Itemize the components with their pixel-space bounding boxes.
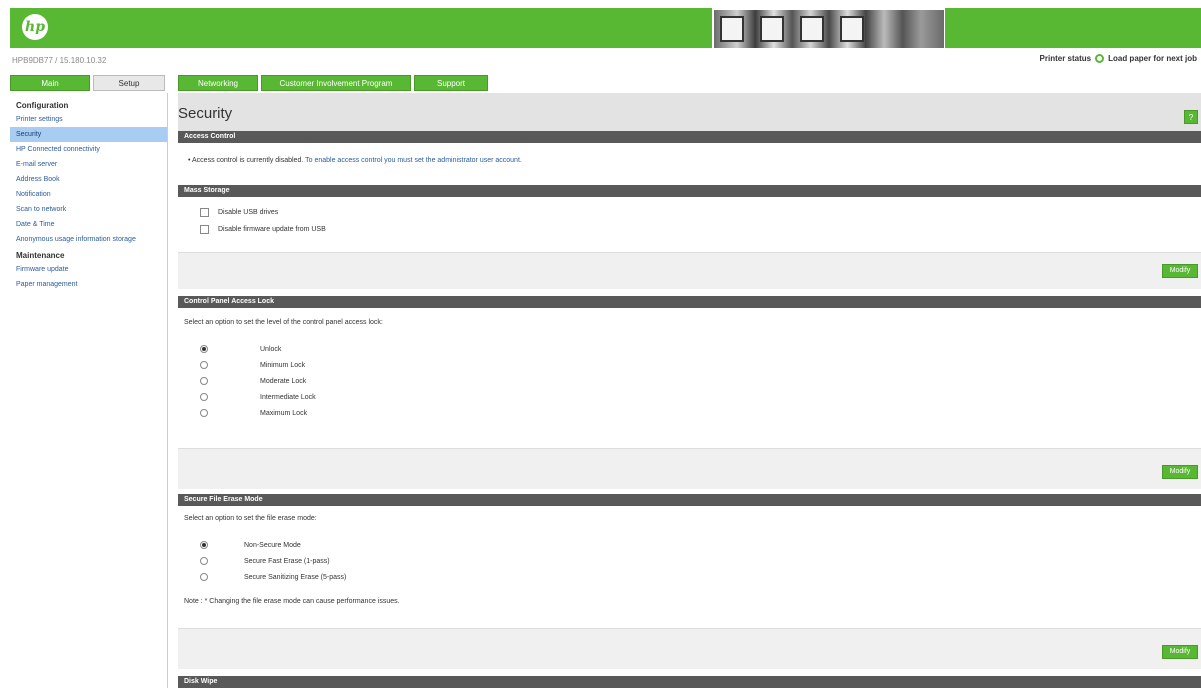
sidebar-item-email-server[interactable]: E-mail server — [10, 157, 167, 172]
sidebar: Configuration Printer settings Security … — [10, 93, 168, 688]
radio-unlock-label: Unlock — [260, 346, 282, 353]
disable-firmware-usb-label: Disable firmware update from USB — [218, 226, 326, 233]
radio-secure-fast-erase-label: Secure Fast Erase (1-pass) — [244, 558, 330, 565]
sidebar-item-printer-settings[interactable]: Printer settings — [10, 112, 167, 127]
sidebar-item-paper-management[interactable]: Paper management — [10, 277, 167, 292]
radio-maximum-lock-label: Maximum Lock — [260, 410, 308, 417]
mass-storage-footer: Modify — [178, 252, 1201, 289]
secure-erase-modify-button[interactable]: Modify — [1162, 645, 1198, 659]
disable-usb-drives-label: Disable USB drives — [218, 209, 279, 216]
control-panel-lock-body: Select an option to set the level of the… — [178, 308, 1201, 448]
secure-erase-body: Select an option to set the file erase m… — [178, 506, 1201, 628]
top-tabs-right: Networking Customer Involvement Program … — [178, 75, 488, 91]
tab-main[interactable]: Main — [10, 75, 90, 91]
hp-logo[interactable]: hp — [22, 14, 48, 40]
section-header-mass-storage: Mass Storage — [178, 185, 1201, 197]
header: hp — [0, 0, 1201, 48]
sidebar-item-security[interactable]: Security — [10, 127, 167, 142]
radio-non-secure-mode-label: Non-Secure Mode — [244, 542, 301, 549]
sidebar-item-notification[interactable]: Notification — [10, 187, 167, 202]
sidebar-item-date-time[interactable]: Date & Time — [10, 217, 167, 232]
section-header-disk-wipe: Disk Wipe — [178, 676, 1201, 688]
header-banner-left — [10, 8, 712, 48]
banner-device-image — [800, 16, 824, 42]
access-control-message: • Access control is currently disabled. … — [188, 157, 522, 164]
access-control-body: • Access control is currently disabled. … — [178, 143, 1201, 181]
status-ok-icon — [1095, 54, 1105, 63]
banner-device-image — [720, 16, 744, 42]
header-banner-right — [945, 8, 1201, 48]
radio-secure-sanitizing-erase[interactable] — [200, 573, 208, 581]
tab-setup[interactable]: Setup — [93, 75, 165, 91]
radio-non-secure-mode[interactable] — [200, 541, 208, 549]
radio-maximum-lock[interactable] — [200, 409, 208, 417]
section-header-secure-erase: Secure File Erase Mode — [178, 494, 1201, 506]
disable-firmware-usb-checkbox[interactable] — [200, 225, 209, 234]
help-button[interactable]: ? — [1184, 110, 1198, 124]
sidebar-heading-configuration: Configuration — [16, 101, 69, 110]
page-title-bar: Security ? — [178, 93, 1201, 131]
page-title: Security — [178, 105, 233, 122]
tab-customer-involvement[interactable]: Customer Involvement Program — [261, 75, 411, 91]
access-control-status: Access control is currently disabled. — [192, 157, 304, 164]
secure-erase-instruction: Select an option to set the file erase m… — [184, 515, 317, 522]
radio-moderate-lock-label: Moderate Lock — [260, 378, 307, 385]
tab-support[interactable]: Support — [414, 75, 488, 91]
sidebar-item-anonymous-usage[interactable]: Anonymous usage information storage — [10, 232, 167, 247]
radio-intermediate-lock-label: Intermediate Lock — [260, 394, 316, 401]
section-header-control-panel-lock: Control Panel Access Lock — [178, 296, 1201, 308]
bullet: • — [188, 157, 191, 164]
radio-secure-sanitizing-erase-label: Secure Sanitizing Erase (5-pass) — [244, 574, 347, 581]
secure-erase-footer: Modify — [178, 628, 1201, 669]
tab-networking[interactable]: Networking — [178, 75, 258, 91]
top-tabs-left: Main Setup — [10, 75, 165, 91]
control-panel-lock-modify-button[interactable]: Modify — [1162, 465, 1198, 479]
sidebar-item-firmware-update[interactable]: Firmware update — [10, 262, 167, 277]
printer-status-message[interactable]: Load paper for next job — [1108, 54, 1197, 63]
secure-erase-note: Note : * Changing the file erase mode ca… — [184, 598, 400, 605]
radio-intermediate-lock[interactable] — [200, 393, 208, 401]
access-control-link[interactable]: To enable access control you must set th… — [305, 157, 522, 164]
radio-minimum-lock-label: Minimum Lock — [260, 362, 306, 369]
disable-usb-drives-checkbox[interactable] — [200, 208, 209, 217]
banner-device-image — [840, 16, 864, 42]
printer-status-bar: Printer status Load paper for next job — [1040, 54, 1197, 63]
radio-secure-fast-erase[interactable] — [200, 557, 208, 565]
sidebar-item-scan-to-network[interactable]: Scan to network — [10, 202, 167, 217]
sidebar-item-address-book[interactable]: Address Book — [10, 172, 167, 187]
banner-image — [714, 10, 944, 48]
device-identifier: HPB9DB77 / 15.180.10.32 — [12, 56, 107, 65]
sidebar-heading-maintenance: Maintenance — [16, 251, 65, 260]
printer-status-label: Printer status — [1039, 54, 1092, 63]
section-header-access-control: Access Control — [178, 131, 1201, 143]
radio-moderate-lock[interactable] — [200, 377, 208, 385]
mass-storage-modify-button[interactable]: Modify — [1162, 264, 1198, 278]
control-panel-lock-instruction: Select an option to set the level of the… — [184, 319, 383, 326]
banner-device-image — [760, 16, 784, 42]
sidebar-item-hp-connected[interactable]: HP Connected connectivity — [10, 142, 167, 157]
radio-minimum-lock[interactable] — [200, 361, 208, 369]
main-content: Security ? Access Control • Access contr… — [178, 93, 1201, 688]
mass-storage-body: Disable USB drives Disable firmware upda… — [178, 197, 1201, 252]
control-panel-lock-footer: Modify — [178, 448, 1201, 489]
radio-unlock[interactable] — [200, 345, 208, 353]
